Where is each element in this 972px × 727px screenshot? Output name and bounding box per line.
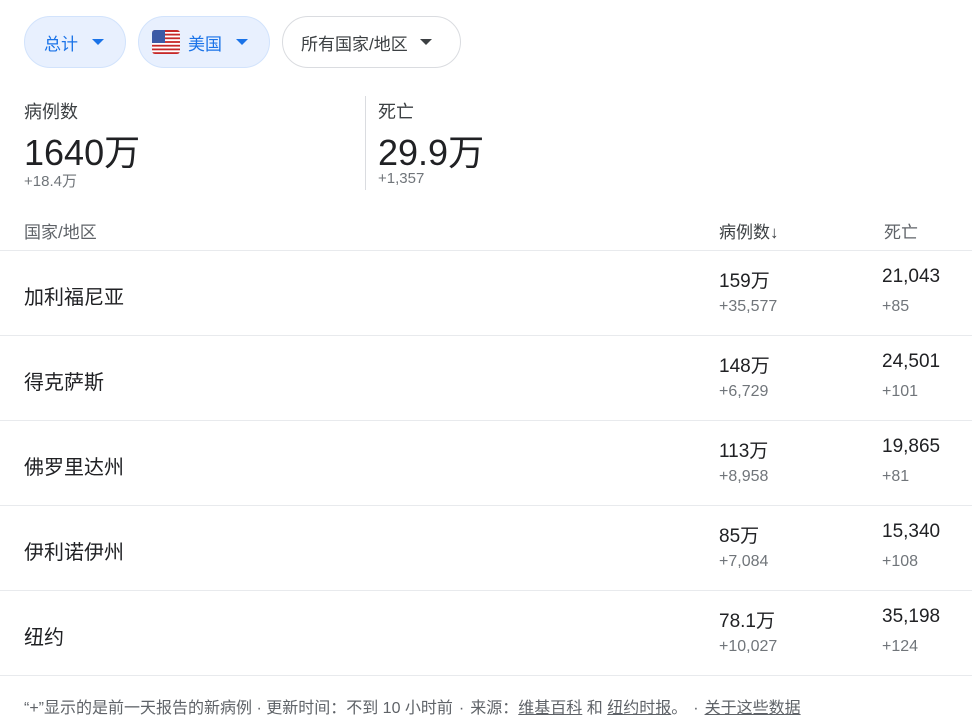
sort-down-icon: ↓ bbox=[770, 223, 779, 242]
table-divider bbox=[0, 675, 972, 676]
cases-value: 159万 bbox=[719, 271, 770, 292]
deaths-value: 35,198 bbox=[882, 606, 941, 627]
region-name: 伊利诺伊州 bbox=[24, 542, 124, 564]
cases-value: 148万 bbox=[719, 356, 770, 377]
caret-down-icon bbox=[419, 39, 432, 45]
table-row[interactable]: 加利福尼亚 159万 +35,577 21,043 +85 bbox=[0, 251, 972, 335]
table-row[interactable]: 佛罗里达州 113万 +8,958 19,865 +81 bbox=[0, 421, 972, 505]
region-name: 得克萨斯 bbox=[24, 372, 104, 394]
caret-down-icon bbox=[92, 39, 104, 45]
deaths-delta: +101 bbox=[882, 383, 919, 400]
column-header-cases[interactable]: 病例数↓ bbox=[719, 218, 779, 243]
cases-total: 1640万 bbox=[24, 132, 141, 173]
footer-note: “+”显示的是前一天报告的新病例 · 更新时间：不到 10 小时前 · 来源：维基百… bbox=[24, 694, 801, 718]
cases-delta: +6,729 bbox=[719, 383, 769, 400]
and-text: 和 bbox=[586, 700, 603, 717]
cases-value: 113万 bbox=[719, 441, 769, 462]
cases-value: 85万 bbox=[719, 526, 760, 547]
deaths-delta: +81 bbox=[882, 468, 910, 485]
country-filter-label: 美国 bbox=[188, 34, 222, 54]
total-filter-chip[interactable]: 总计 bbox=[24, 16, 126, 68]
cases-delta: +7,084 bbox=[719, 553, 769, 570]
deaths-label: 死亡 bbox=[378, 102, 414, 122]
us-flag-icon bbox=[152, 30, 180, 54]
deaths-delta: +108 bbox=[882, 553, 919, 570]
footer-separator: · bbox=[693, 700, 699, 717]
deaths-delta: +1,357 bbox=[378, 170, 425, 187]
table-row[interactable]: 伊利诺伊州 85万 +7,084 15,340 +108 bbox=[0, 506, 972, 590]
cases-delta: +10,027 bbox=[719, 638, 778, 655]
total-filter-label: 总计 bbox=[44, 34, 78, 54]
summary-divider bbox=[365, 96, 366, 190]
cases-delta: +8,958 bbox=[719, 468, 769, 485]
deaths-value: 24,501 bbox=[882, 351, 941, 372]
deaths-value: 19,865 bbox=[882, 436, 941, 457]
about-data-link[interactable]: 关于这些数据 bbox=[705, 700, 801, 717]
region-filter-label: 所有国家/地区 bbox=[301, 34, 408, 54]
deaths-value: 15,340 bbox=[882, 521, 941, 542]
column-header-deaths[interactable]: 死亡 bbox=[884, 218, 918, 243]
cases-delta: +18.4万 bbox=[24, 173, 77, 190]
cases-value: 78.1万 bbox=[719, 611, 775, 632]
source-prefix: 来源： bbox=[470, 700, 519, 717]
table-row[interactable]: 纽约 78.1万 +10,027 35,198 +124 bbox=[0, 591, 972, 675]
nytimes-link[interactable]: 纽约时报 bbox=[607, 700, 671, 717]
period-text: 。 bbox=[671, 700, 680, 717]
column-header-region: 国家/地区 bbox=[24, 223, 97, 242]
footer-note-text: “+”显示的是前一天报告的新病例 · 更新时间：不到 10 小时前 bbox=[24, 700, 453, 717]
deaths-total: 29.9万 bbox=[378, 132, 485, 173]
region-name: 纽约 bbox=[24, 627, 64, 649]
region-filter-chip[interactable]: 所有国家/地区 bbox=[282, 16, 461, 68]
cases-label: 病例数 bbox=[24, 102, 78, 122]
deaths-delta: +85 bbox=[882, 298, 910, 315]
caret-down-icon bbox=[236, 39, 248, 45]
country-filter-chip[interactable]: 美国 bbox=[138, 16, 270, 68]
region-name: 佛罗里达州 bbox=[24, 457, 124, 479]
deaths-delta: +124 bbox=[882, 638, 919, 655]
wikipedia-link[interactable]: 维基百科 bbox=[518, 700, 582, 717]
column-header-cases-label: 病例数 bbox=[719, 223, 770, 242]
cases-delta: +35,577 bbox=[719, 298, 778, 315]
deaths-value: 21,043 bbox=[882, 266, 941, 287]
footer-separator: · bbox=[458, 700, 465, 717]
table-row[interactable]: 得克萨斯 148万 +6,729 24,501 +101 bbox=[0, 336, 972, 420]
region-name: 加利福尼亚 bbox=[24, 287, 124, 309]
